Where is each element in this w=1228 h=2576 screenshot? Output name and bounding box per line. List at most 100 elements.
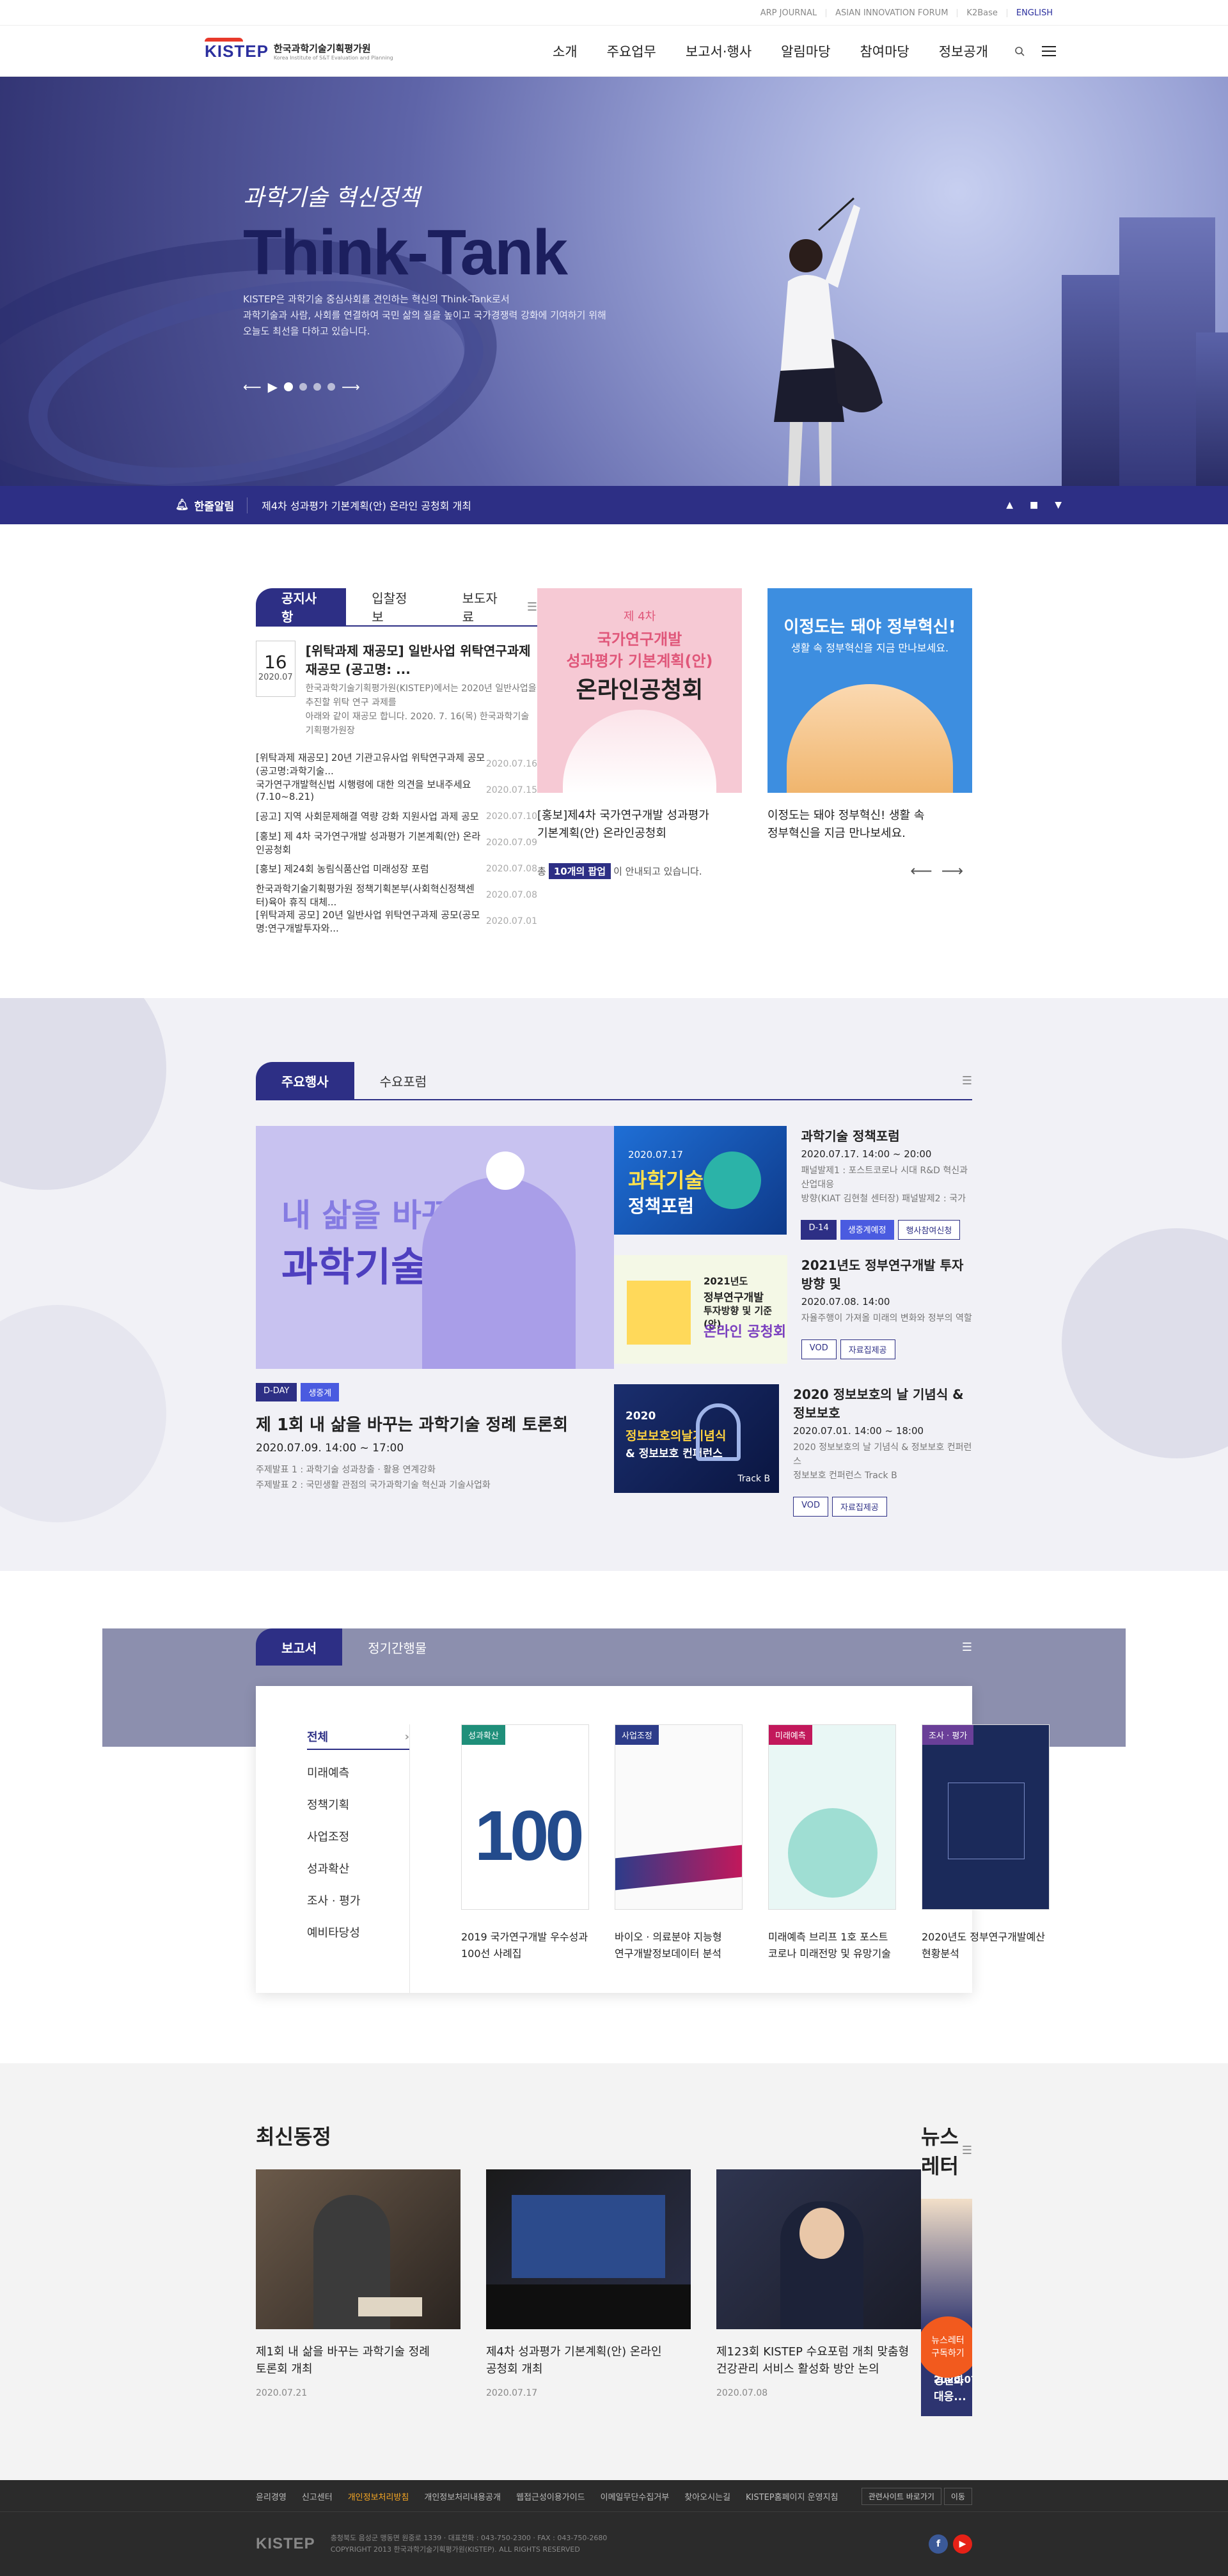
footer-link[interactable]: 개인정보처리내용공개	[424, 2490, 501, 2502]
nav-item-about[interactable]: 소개	[538, 42, 592, 61]
tab-main-events[interactable]: 주요행사	[256, 1062, 354, 1099]
main-event-title[interactable]: 제 1회 내 삶을 바꾸는 과학기술 정례 토론회	[256, 1412, 614, 1435]
category-item[interactable]: 예비타당성	[307, 1916, 409, 1948]
slide-dot[interactable]	[327, 383, 336, 391]
report-item[interactable]: 조사 · 평가 2020년도 정부연구개발예산 현황분석	[922, 1724, 1050, 1993]
category-item[interactable]: 성과확산	[307, 1852, 409, 1884]
more-menu-icon[interactable]: ☰	[962, 1641, 972, 1654]
tab-press[interactable]: 보도자료	[437, 588, 527, 625]
arrow-right-icon[interactable]: ⟶	[941, 862, 972, 880]
events-section: 주요행사 수요포럼 ☰ 내 삶을 바꾸는 과학기술 D-DAY 생중계 제 1회…	[0, 998, 1228, 1571]
register-button[interactable]: 행사참여신청	[897, 1220, 961, 1240]
footer-link[interactable]: KISTEP홈페이지 운영지침	[746, 2490, 838, 2502]
alert-bar: 🔔︎ 한줄알림 제4차 성과평가 기본계획(안) 온라인 공청회 개최 ▲ ■ …	[0, 486, 1228, 524]
report-item[interactable]: 성과확산 100 2019 국가연구개발 우수성과 100선 사례집	[461, 1724, 589, 1993]
tab-notice[interactable]: 공지사항	[256, 588, 347, 625]
list-item[interactable]: 한국과학기술기획평가원 정책기획본부(사회혁신정책센터)육아 휴직 대체... 2…	[256, 882, 537, 908]
report-item[interactable]: 사업조정 바이오 · 의료분야 지능형 연구개발정보데이터 분석	[615, 1724, 743, 1993]
event-item[interactable]: 2021년도 정부연구개발 투자방향 및 기준(안) 온라인 공청회 2021년…	[614, 1255, 972, 1384]
util-link-arp[interactable]: ARP JOURNAL	[752, 9, 826, 17]
menu-icon[interactable]	[1036, 38, 1062, 64]
footer-link-privacy[interactable]: 개인정보처리방침	[348, 2490, 409, 2502]
popup-caption: 이정도는 돼야 정부혁신! 생활 속 정부혁신을 지금 만나보세요.	[767, 809, 925, 840]
category-item[interactable]: 미래예측	[307, 1756, 409, 1788]
list-item[interactable]: [홍보] 제24회 농림식품산업 미래성장 포럼 2020.07.08	[256, 855, 537, 882]
report-item[interactable]: 미래예측 미래예측 브리프 1호 포스트 코로나 미래전망 및 유망기술	[768, 1724, 896, 1993]
newsletter-card[interactable]: 2020.07 코로나 이후 환경변화 대응... 뉴스레터 구독하기	[921, 2199, 972, 2416]
report-list: 성과확산 100 2019 국가연구개발 우수성과 100선 사례집 사업조정 …	[461, 1724, 1050, 1993]
search-icon[interactable]	[1007, 38, 1032, 64]
status-badge: D-14	[801, 1220, 837, 1240]
play-icon[interactable]: ▶	[268, 379, 278, 394]
main-event[interactable]: 내 삶을 바꾸는 과학기술 D-DAY 생중계 제 1회 내 삶을 바꾸는 과학…	[256, 1126, 614, 1513]
tab-periodicals[interactable]: 정기간행물	[342, 1628, 452, 1666]
nav-item-participate[interactable]: 참여마당	[845, 42, 924, 61]
arrow-left-icon[interactable]: ⟵	[243, 379, 262, 394]
more-menu-icon[interactable]: ☰	[527, 600, 537, 614]
stop-icon[interactable]: ■	[1030, 500, 1038, 510]
arrow-left-icon[interactable]: ⟵	[910, 862, 941, 880]
footer-link[interactable]: 이메일무단수집거부	[601, 2490, 670, 2502]
nav-item-notice[interactable]: 알림마당	[766, 42, 845, 61]
slide-dot[interactable]	[299, 383, 308, 391]
related-sites-select[interactable]: 관련사이트 바로가기	[861, 2487, 941, 2505]
news-item[interactable]: 제123회 KISTEP 수요포럼 개최 맞춤형 건강관리 서비스 활성화 방안…	[716, 2169, 921, 2398]
footer-link[interactable]: 신고센터	[302, 2490, 333, 2502]
util-link-english[interactable]: ENGLISH	[1006, 8, 1062, 17]
popup-banners: 제 4차 국가연구개발 성과평가 기본계획(안) 온라인공청회 [홍보]제4차 …	[537, 588, 972, 934]
more-menu-icon[interactable]: ☰	[962, 2144, 972, 2157]
youtube-icon[interactable]: ▶	[953, 2534, 972, 2554]
news-item[interactable]: 제1회 내 삶을 바꾸는 과학기술 정례 토론회 개최 2020.07.21	[256, 2169, 460, 2398]
status-badge: 생중계예정	[840, 1220, 894, 1240]
list-item[interactable]: [위탁과제 재공모] 20년 기관고유사업 위탁연구과제 공모(공고명:과학기술…	[256, 751, 537, 777]
facebook-icon[interactable]: f	[929, 2534, 948, 2554]
featured-notice[interactable]: 16 2020.07 [위탁과제 재공모] 일반사업 위탁연구과제 재공모 (공…	[256, 641, 537, 738]
vod-button[interactable]: VOD	[793, 1497, 828, 1517]
category-item[interactable]: 조사 · 평가	[307, 1884, 409, 1916]
list-item[interactable]: [공고] 지역 사회문제해결 역량 강화 지원사업 과제 공모 2020.07.1…	[256, 803, 537, 829]
event-title[interactable]: 2020 정보보호의 날 기념식 & 정보보호	[793, 1384, 972, 1421]
go-button[interactable]: 이동	[943, 2487, 972, 2505]
tab-reports[interactable]: 보고서	[256, 1628, 343, 1666]
chevron-down-icon[interactable]: ▼	[1055, 500, 1062, 510]
event-item[interactable]: 2020.07.17 과학기술 정책포럼 과학기술 정책포럼 2020.07.1…	[614, 1126, 972, 1255]
tab-bid[interactable]: 입찰정보	[346, 588, 436, 625]
list-item[interactable]: [위탁과제 공모] 20년 일반사업 위탁연구과제 공모(공모명:연구개발투자와…	[256, 908, 537, 934]
news-column: 최신동정 제1회 내 삶을 바꾸는 과학기술 정례 토론회 개최 2020.07…	[256, 2121, 921, 2416]
list-item[interactable]: [홍보] 제 4차 국가연구개발 성과평가 기본계획(안) 온라인공청회 2020…	[256, 829, 537, 855]
footer-logo: KISTEP	[256, 2535, 315, 2552]
alert-text[interactable]: 제4차 성과평가 기본계획(안) 온라인 공청회 개최	[248, 497, 471, 513]
nav-item-reports[interactable]: 보고서·행사	[671, 42, 766, 61]
util-link-aif[interactable]: ASIAN INNOVATION FORUM	[826, 8, 957, 17]
popup-banner-2[interactable]: 이정도는 돼야 정부혁신! 생활 속 정부혁신을 지금 만나보세요. 이정도는 …	[767, 588, 972, 843]
arrow-right-icon[interactable]: ⟶	[342, 379, 360, 394]
footer-link[interactable]: 찾아오시는길	[684, 2490, 730, 2502]
footer-link[interactable]: 윤리경영	[256, 2490, 287, 2502]
featured-notice-title[interactable]: [위탁과제 재공모] 일반사업 위탁연구과제 재공모 (공고명: ...	[306, 641, 537, 678]
site-logo[interactable]: KISTEP 한국과학기술기획평가원 Korea Institute of S&…	[205, 37, 393, 61]
materials-button[interactable]: 자료집제공	[831, 1497, 887, 1517]
popup-banner-1[interactable]: 제 4차 국가연구개발 성과평가 기본계획(안) 온라인공청회 [홍보]제4차 …	[537, 588, 742, 843]
event-item[interactable]: 2020 정보보호의날기념식 & 정보보호 컨퍼런스 Track B 2020 …	[614, 1384, 972, 1517]
materials-button[interactable]: 자료집제공	[840, 1339, 895, 1359]
category-item[interactable]: 전체 ›	[307, 1724, 409, 1750]
more-menu-icon[interactable]: ☰	[962, 1074, 972, 1088]
news-item-title: 제1회 내 삶을 바꾸는 과학기술 정례 토론회 개최	[256, 2345, 430, 2376]
footer-link[interactable]: 웹접근성이용가이드	[516, 2490, 585, 2502]
news-item[interactable]: 제4차 성과평가 기본계획(안) 온라인 공청회 개최 2020.07.17	[486, 2169, 691, 2398]
main-event-image: 내 삶을 바꾸는 과학기술	[256, 1126, 614, 1369]
vod-button[interactable]: VOD	[801, 1339, 837, 1359]
chevron-up-icon[interactable]: ▲	[1006, 500, 1013, 510]
subscribe-button[interactable]: 뉴스레터 구독하기	[921, 2316, 972, 2378]
category-item[interactable]: 정책기획	[307, 1788, 409, 1820]
util-link-k2base[interactable]: K2Base	[957, 8, 1006, 17]
nav-item-business[interactable]: 주요업무	[592, 42, 671, 61]
tab-forum[interactable]: 수요포럼	[354, 1062, 453, 1099]
slide-dot[interactable]	[284, 382, 294, 391]
nav-item-disclosure[interactable]: 정보공개	[924, 42, 1003, 61]
event-title[interactable]: 과학기술 정책포럼	[801, 1126, 972, 1144]
slide-dot[interactable]	[313, 383, 322, 391]
event-title[interactable]: 2021년도 정부연구개발 투자방향 및	[801, 1255, 972, 1292]
list-item[interactable]: 국가연구개발혁신법 시행령에 대한 의견을 보내주세요(7.10~8.21) 20…	[256, 777, 537, 803]
category-item[interactable]: 사업조정	[307, 1820, 409, 1852]
